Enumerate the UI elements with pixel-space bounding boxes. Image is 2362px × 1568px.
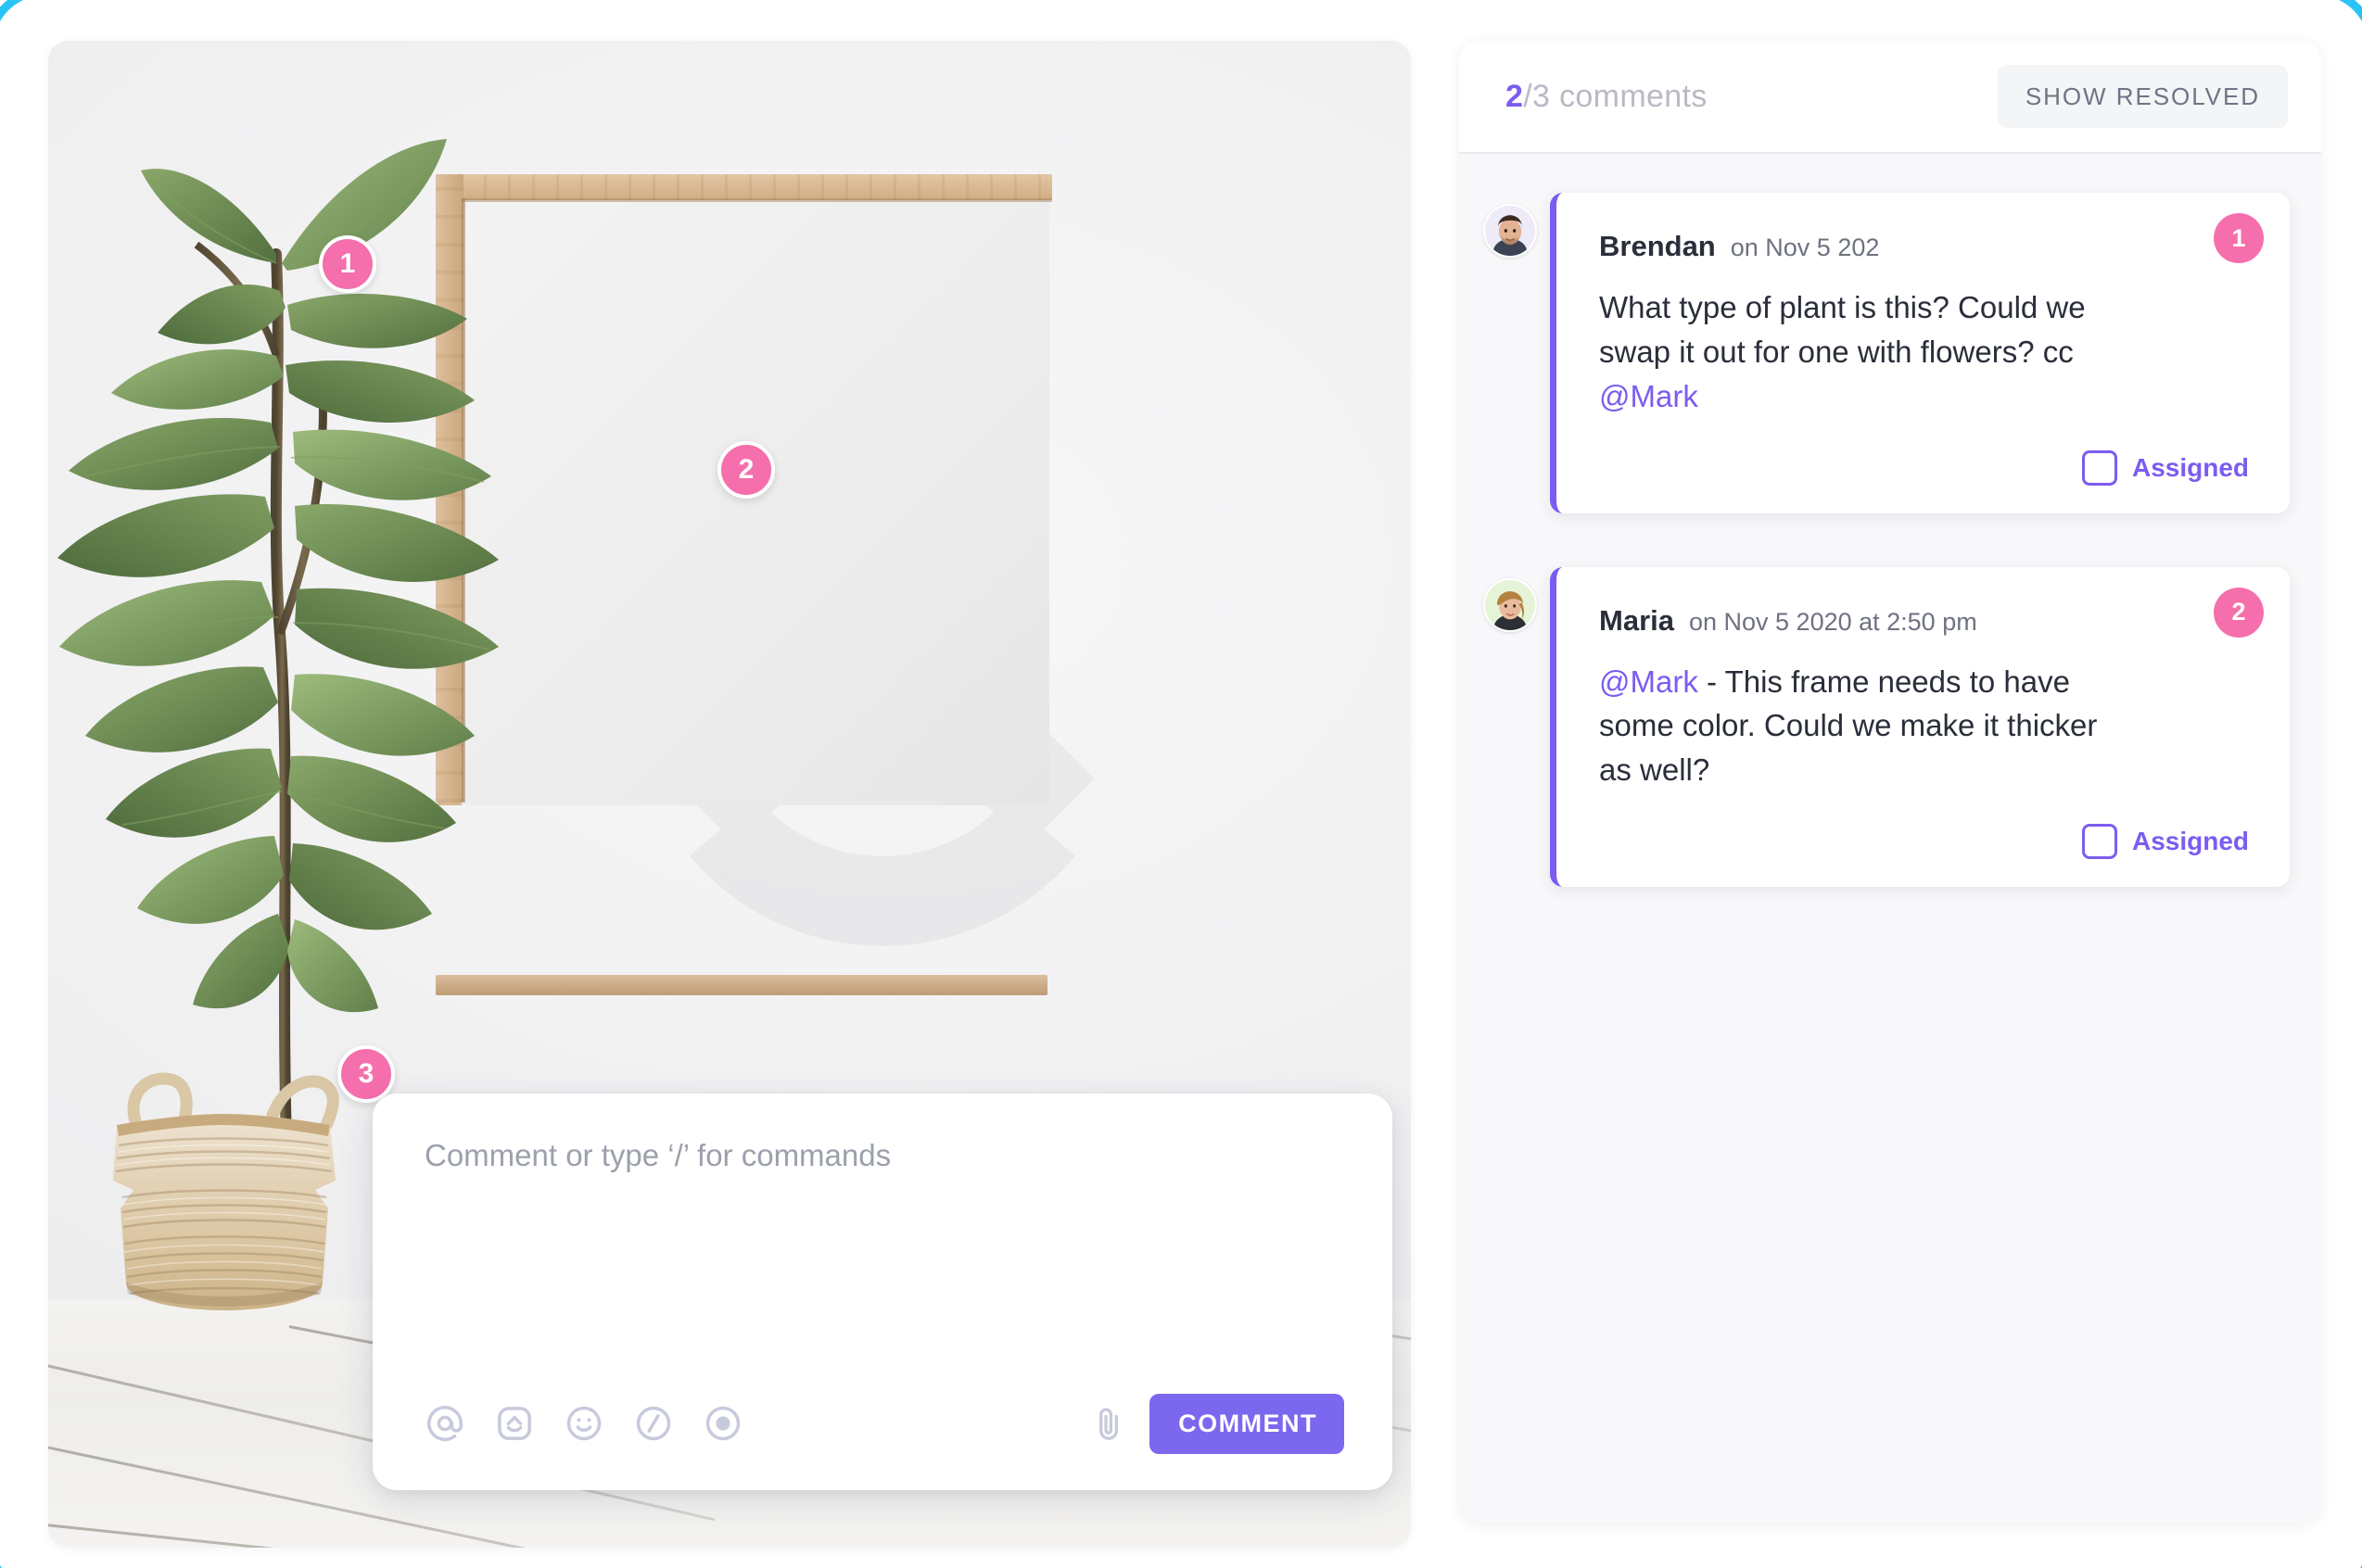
assigned-row: Assigned — [1599, 824, 2249, 860]
comments-panel: 2/3 comments SHOW RESOLVED 1 Brendan on … — [1459, 41, 2321, 1524]
assigned-label: Assigned — [2131, 452, 2249, 482]
avatar-maria-image — [1485, 579, 1535, 630]
avatar-brendan-image — [1485, 206, 1535, 256]
comment-body-text: What type of plant is this? Could we swa… — [1599, 290, 2086, 369]
comment-card: 1 Brendan on Nov 5 202 What type of plan… — [1550, 193, 2290, 513]
comment-header: Brendan on Nov 5 202 — [1599, 230, 2249, 263]
canvas-marker-1[interactable]: 1 — [319, 235, 376, 293]
comment-index-badge[interactable]: 2 — [2214, 587, 2264, 638]
workspace: 1 2 3 Comment or type ‘/’ for commands C… — [0, 0, 2362, 1568]
comment-count: 2/3 comments — [1505, 79, 1708, 115]
slash-command-icon[interactable] — [633, 1403, 674, 1444]
paperclip-icon[interactable] — [1090, 1402, 1127, 1445]
record-icon[interactable] — [703, 1403, 743, 1444]
comment-composer[interactable]: COMMENT — [373, 1094, 1392, 1490]
comment-body: What type of plant is this? Could we swa… — [1599, 285, 2118, 419]
image-canvas[interactable]: 1 2 3 Comment or type ‘/’ for commands C… — [48, 41, 1411, 1548]
composer-actions: COMMENT — [1090, 1393, 1344, 1454]
composer-toolbar: COMMENT — [425, 1386, 1344, 1461]
comment-list[interactable]: 1 Brendan on Nov 5 202 What type of plan… — [1459, 154, 2321, 1524]
canvas-marker-3[interactable]: 3 — [337, 1045, 395, 1103]
comment-count-resolved: 2 — [1505, 78, 1524, 114]
mention-chip[interactable]: @Mark — [1599, 664, 1698, 699]
comment-item: 1 Brendan on Nov 5 202 What type of plan… — [1483, 193, 2290, 513]
comment-body: @Mark - This frame needs to have some co… — [1599, 660, 2118, 793]
comment-header: Maria on Nov 5 2020 at 2:50 pm — [1599, 604, 2249, 638]
comment-timestamp: on Nov 5 2020 at 2:50 pm — [1688, 607, 1977, 636]
avatar-maria[interactable] — [1483, 577, 1537, 632]
composer-tool-icons — [425, 1403, 743, 1444]
emoji-icon[interactable] — [564, 1403, 604, 1444]
comment-card: 2 Maria on Nov 5 2020 at 2:50 pm @Mark -… — [1550, 566, 2290, 888]
mention-icon[interactable] — [425, 1403, 465, 1444]
comment-input[interactable] — [425, 1134, 1344, 1383]
comment-timestamp: on Nov 5 202 — [1730, 234, 1880, 261]
show-resolved-button[interactable]: SHOW RESOLVED — [1997, 65, 2288, 128]
comment-count-total: /3 comments — [1523, 78, 1708, 114]
comment-author: Brendan — [1599, 230, 1716, 262]
comment-index-badge[interactable]: 1 — [2214, 213, 2264, 263]
comment-item: 2 Maria on Nov 5 2020 at 2:50 pm @Mark -… — [1483, 566, 2290, 888]
assigned-row: Assigned — [1599, 449, 2249, 486]
woven-basket-planter — [113, 1072, 339, 1310]
comments-panel-header: 2/3 comments SHOW RESOLVED — [1459, 41, 2321, 154]
app-root: 1 2 3 Comment or type ‘/’ for commands C… — [0, 0, 2362, 1568]
assigned-label: Assigned — [2131, 827, 2249, 856]
assigned-checkbox[interactable] — [2081, 824, 2117, 860]
canvas-marker-2[interactable]: 2 — [717, 441, 775, 499]
comment-author: Maria — [1599, 603, 1674, 637]
assigned-checkbox[interactable] — [2081, 449, 2117, 486]
mention-chip[interactable]: @Mark — [1599, 379, 1698, 413]
fiddle-leaf-fig-plant — [57, 139, 499, 1171]
submit-comment-button[interactable]: COMMENT — [1149, 1393, 1344, 1454]
clickup-task-icon[interactable] — [494, 1403, 535, 1444]
avatar-brendan[interactable] — [1483, 204, 1537, 258]
